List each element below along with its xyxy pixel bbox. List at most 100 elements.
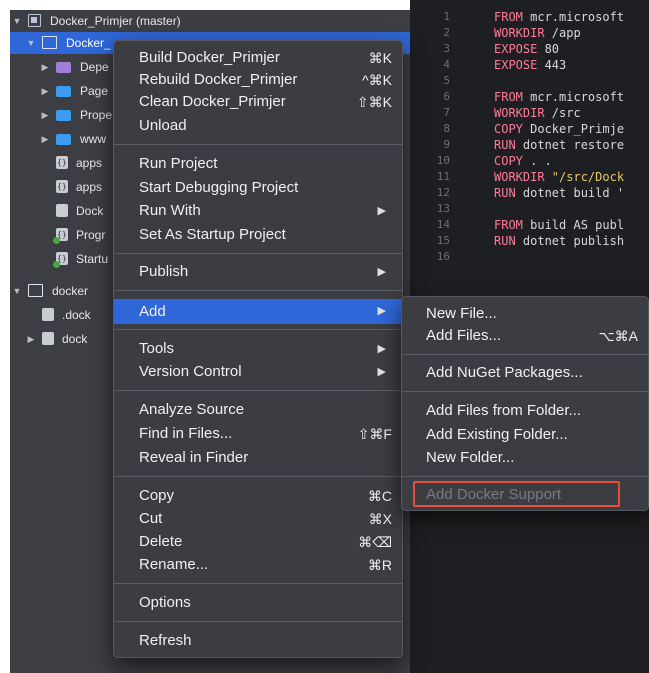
expand-arrow-icon[interactable]: ▼ <box>26 32 36 54</box>
submenu-item-add-files-from-folder[interactable]: Add Files from Folder... <box>402 400 648 422</box>
menu-item-run-project[interactable]: Run Project <box>114 153 402 175</box>
menu-item-shortcut: ⌘⌫ <box>358 534 392 550</box>
line-number: 11 <box>436 170 450 183</box>
menu-item-label: Publish <box>139 263 189 280</box>
menu-item-version-control[interactable]: Version Control ▶ <box>114 361 402 383</box>
menu-item-shortcut: ⌘X <box>368 511 392 527</box>
menu-separator <box>114 476 402 477</box>
menu-separator <box>402 354 648 355</box>
menu-item-reveal-in-finder[interactable]: Reveal in Finder <box>114 447 402 469</box>
collapse-arrow-icon[interactable]: ▶ <box>40 80 50 102</box>
expand-arrow-icon[interactable]: ▼ <box>12 280 22 302</box>
menu-item-rename[interactable]: Rename... ⌘R <box>114 554 402 576</box>
collapse-arrow-icon[interactable]: ▶ <box>40 104 50 126</box>
tree-item-label: Progr <box>76 228 106 242</box>
menu-separator <box>114 390 402 391</box>
line-number: 3 <box>443 42 450 55</box>
json-file-icon <box>56 152 68 174</box>
tree-item-label: www <box>80 132 106 146</box>
menu-item-rebuild[interactable]: Rebuild Docker_Primjer ^⌘K <box>114 69 402 91</box>
code-text: /src <box>544 106 581 120</box>
menu-item-label: Start Debugging Project <box>139 179 299 196</box>
menu-item-label: Add <box>139 303 166 320</box>
json-file-icon <box>56 176 68 198</box>
menu-item-publish[interactable]: Publish ▶ <box>114 261 402 283</box>
menu-item-shortcut: ⇧⌘F <box>357 426 392 442</box>
menu-item-cut[interactable]: Cut ⌘X <box>114 508 402 530</box>
menu-item-label: Rebuild Docker_Primjer <box>139 71 298 88</box>
code-keyword: COPY <box>494 154 523 168</box>
code-text: dotnet build ' <box>515 186 625 200</box>
menu-item-tools[interactable]: Tools ▶ <box>114 338 402 360</box>
menu-item-analyze-source[interactable]: Analyze Source <box>114 399 402 421</box>
code-line: FROM mcr.microsoft <box>494 9 624 25</box>
menu-item-find-in-files[interactable]: Find in Files... ⇧⌘F <box>114 423 402 445</box>
menu-item-run-with[interactable]: Run With ▶ <box>114 200 402 222</box>
menu-item-label: Rename... <box>139 556 209 573</box>
file-icon <box>42 308 54 321</box>
code-keyword: WORKDIR <box>494 26 545 40</box>
menu-item-label: Find in Files... <box>139 425 233 442</box>
menu-item-refresh[interactable]: Refresh <box>114 630 402 652</box>
submenu-arrow-icon: ▶ <box>377 305 386 317</box>
tree-item-label: Page <box>80 84 109 98</box>
submenu-item-new-folder[interactable]: New Folder... <box>402 447 648 469</box>
menu-item-label: Cut <box>139 510 163 527</box>
tree-item-solution[interactable]: ▼ Docker_Primjer (master) <box>10 10 410 32</box>
folder-icon <box>56 110 71 121</box>
menu-item-label: Set As Startup Project <box>139 226 286 243</box>
ide-window: ▼ Docker_Primjer (master) ▼ Docker_ ▶ De… <box>0 0 649 673</box>
tree-item-label: dock <box>62 332 88 346</box>
code-keyword: COPY <box>494 122 523 136</box>
code-line: COPY . . <box>494 153 552 169</box>
menu-item-start-debugging[interactable]: Start Debugging Project <box>114 177 402 199</box>
code-text: /app <box>544 26 581 40</box>
menu-item-shortcut: ⌘C <box>367 488 392 504</box>
solution-icon <box>28 14 41 27</box>
collapse-arrow-icon[interactable]: ▶ <box>26 328 36 350</box>
menu-item-build[interactable]: Build Docker_Primjer ⌘K <box>114 47 402 69</box>
menu-item-shortcut: ⌘R <box>367 557 392 573</box>
menu-separator <box>114 329 402 330</box>
cs-file-icon <box>53 248 68 270</box>
code-line: RUN dotnet publish <box>494 233 624 249</box>
collapse-arrow-icon[interactable]: ▶ <box>40 128 50 150</box>
menu-item-copy[interactable]: Copy ⌘C <box>114 485 402 507</box>
tree-item-label: Dock <box>76 204 104 218</box>
submenu-item-new-file[interactable]: New File... <box>402 303 648 325</box>
line-number: 7 <box>443 106 450 119</box>
line-number: 13 <box>436 202 450 215</box>
menu-separator <box>114 583 402 584</box>
menu-item-shortcut: ⇧⌘K <box>356 94 392 110</box>
menu-item-label: Analyze Source <box>139 401 245 418</box>
code-text: 443 <box>537 58 567 72</box>
menu-item-delete[interactable]: Delete ⌘⌫ <box>114 531 402 553</box>
expand-arrow-icon[interactable]: ▼ <box>12 10 22 32</box>
add-submenu: New File... Add Files... ⌥⌘A Add NuGet P… <box>401 296 649 511</box>
cs-file-icon <box>53 224 68 246</box>
code-line: WORKDIR "/src/Dock <box>494 169 624 185</box>
menu-item-add[interactable]: Add ▶ <box>114 299 402 324</box>
menu-item-label: Add NuGet Packages... <box>426 364 583 381</box>
code-text: mcr.microsoft <box>522 90 625 104</box>
menu-item-label: Reveal in Finder <box>139 449 249 466</box>
collapse-arrow-icon[interactable]: ▶ <box>40 56 50 78</box>
tree-item-label: Docker_Primjer (master) <box>50 14 181 28</box>
submenu-item-add-existing-folder[interactable]: Add Existing Folder... <box>402 424 648 446</box>
menu-item-label: Options <box>139 594 191 611</box>
code-line: EXPOSE 443 <box>494 57 566 73</box>
menu-item-options[interactable]: Options <box>114 592 402 614</box>
code-keyword: RUN <box>494 186 516 200</box>
project-icon <box>28 284 43 297</box>
submenu-item-add-nuget[interactable]: Add NuGet Packages... <box>402 362 648 384</box>
menu-item-unload[interactable]: Unload <box>114 115 402 137</box>
menu-item-clean[interactable]: Clean Docker_Primjer ⇧⌘K <box>114 91 402 113</box>
menu-item-set-startup[interactable]: Set As Startup Project <box>114 224 402 246</box>
menu-separator <box>402 476 648 477</box>
code-keyword: RUN <box>494 234 516 248</box>
tree-item-label: Prope <box>80 108 113 122</box>
submenu-item-add-files[interactable]: Add Files... ⌥⌘A <box>402 325 648 347</box>
line-number: 16 <box>436 250 450 263</box>
line-number: 2 <box>443 26 450 39</box>
folder-icon <box>56 62 71 73</box>
